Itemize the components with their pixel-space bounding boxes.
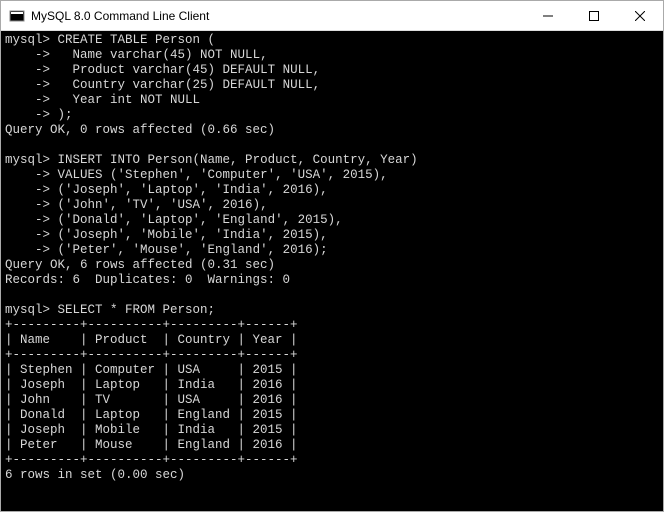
terminal-output[interactable]: mysql> CREATE TABLE Person ( -> Name var… [1, 31, 663, 511]
sql-line: ('Donald', 'Laptop', 'England', 2015), [58, 213, 343, 227]
query-result: Query OK, 0 rows affected (0.66 sec) [5, 123, 275, 137]
sql-line: ('Joseph', 'Laptop', 'India', 2016), [58, 183, 328, 197]
cont-prompt: -> [5, 243, 50, 257]
table-row: | Peter | Mouse | England | 2016 | [5, 438, 298, 452]
sql-line: ('John', 'TV', 'USA', 2016), [58, 198, 268, 212]
sql-line: Product varchar(45) DEFAULT NULL, [58, 63, 321, 77]
sql-line: Country varchar(25) DEFAULT NULL, [58, 78, 321, 92]
sql-line: SELECT * FROM Person; [58, 303, 216, 317]
query-result: Records: 6 Duplicates: 0 Warnings: 0 [5, 273, 290, 287]
cont-prompt: -> [5, 78, 50, 92]
close-button[interactable] [617, 1, 663, 30]
table-row: | Joseph | Laptop | India | 2016 | [5, 378, 298, 392]
cont-prompt: -> [5, 168, 50, 182]
app-icon [9, 8, 25, 24]
sql-line: Year int NOT NULL [58, 93, 201, 107]
sql-line: ); [58, 108, 73, 122]
query-result: 6 rows in set (0.00 sec) [5, 468, 185, 482]
window-title: MySQL 8.0 Command Line Client [31, 9, 525, 23]
window-controls [525, 1, 663, 30]
table-sep: +---------+----------+---------+------+ [5, 318, 298, 332]
table-row: | Joseph | Mobile | India | 2015 | [5, 423, 298, 437]
table-sep: +---------+----------+---------+------+ [5, 453, 298, 467]
cont-prompt: -> [5, 48, 50, 62]
prompt: mysql> [5, 33, 50, 47]
cont-prompt: -> [5, 93, 50, 107]
maximize-button[interactable] [571, 1, 617, 30]
titlebar: MySQL 8.0 Command Line Client [1, 1, 663, 31]
cont-prompt: -> [5, 198, 50, 212]
table-sep: +---------+----------+---------+------+ [5, 348, 298, 362]
cont-prompt: -> [5, 108, 50, 122]
cont-prompt: -> [5, 213, 50, 227]
sql-line: INSERT INTO Person(Name, Product, Countr… [58, 153, 418, 167]
sql-line: ('Peter', 'Mouse', 'England', 2016); [58, 243, 328, 257]
table-row: | Stephen | Computer | USA | 2015 | [5, 363, 298, 377]
sql-line: VALUES ('Stephen', 'Computer', 'USA', 20… [58, 168, 388, 182]
table-row: | Donald | Laptop | England | 2015 | [5, 408, 298, 422]
cont-prompt: -> [5, 228, 50, 242]
sql-line: CREATE TABLE Person ( [58, 33, 216, 47]
query-result: Query OK, 6 rows affected (0.31 sec) [5, 258, 275, 272]
table-row: | John | TV | USA | 2016 | [5, 393, 298, 407]
minimize-button[interactable] [525, 1, 571, 30]
cont-prompt: -> [5, 183, 50, 197]
prompt: mysql> [5, 303, 50, 317]
prompt: mysql> [5, 153, 50, 167]
cont-prompt: -> [5, 63, 50, 77]
table-header: | Name | Product | Country | Year | [5, 333, 298, 347]
sql-line: ('Joseph', 'Mobile', 'India', 2015), [58, 228, 328, 242]
sql-line: Name varchar(45) NOT NULL, [58, 48, 268, 62]
